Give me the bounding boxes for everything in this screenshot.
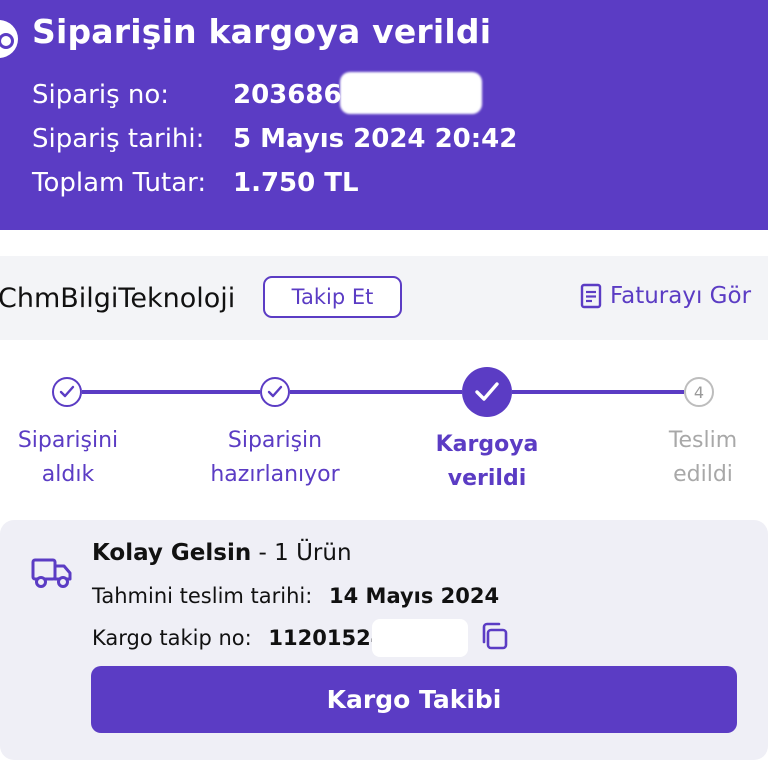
tracking-number-value: 11201524 [268,626,386,650]
step-label-line: edildi [673,462,733,487]
redacted-area [340,72,482,114]
step-label-line: aldık [41,462,95,487]
step-label-line: verildi [447,466,527,491]
status-icon [0,20,18,58]
tracking-number-label: Kargo takip no: [92,626,252,650]
item-count: - 1 Ürün [258,540,352,566]
view-invoice-link[interactable]: Faturayı Gör [580,283,751,309]
shipment-card-body: Kolay Gelsin - 1 Ürün Tahmini teslim tar… [0,520,768,760]
track-shipment-button[interactable]: Kargo Takibi [91,666,737,733]
carrier-line: Kolay Gelsin - 1 Ürün [92,540,352,566]
step-label-line: Siparişin [227,428,323,453]
tracking-number-row: Kargo takip no: 11201524 [92,626,385,650]
seller-row: ChmBilgiTeknoloji Takip Et Faturayı Gör [0,256,768,340]
step-label-received: Siparişini aldık [0,424,148,492]
estimated-delivery-row: Tahmini teslim tarihi: 14 Mayıs 2024 [92,584,499,608]
step-label-delivered: Teslim edildi [618,424,768,492]
progress-line [512,390,684,394]
document-icon [580,283,602,309]
order-status-header: Siparişin kargoya verildi Sipariş no: 20… [0,0,768,230]
progress-line [82,390,260,394]
divider [0,230,768,256]
step-label-line: Teslim [668,428,738,453]
estimated-delivery-label: Tahmini teslim tarihi: [92,584,313,608]
seller-name[interactable]: ChmBilgiTeknoloji [0,283,235,314]
progress-line [290,390,462,394]
order-total-label: Toplam Tutar: [32,168,207,198]
truck-icon [31,558,72,588]
view-invoice-label: Faturayı Gör [610,283,752,309]
copy-icon[interactable] [478,620,510,652]
shipment-card: Kolay Gelsin - 1 Ürün Tahmini teslim tar… [0,520,768,768]
step-done-check-icon [52,377,82,407]
step-label-line: Kargoya [435,432,539,457]
follow-seller-button[interactable]: Takip Et [263,276,402,318]
redacted-area [372,619,468,657]
order-date-row: Sipariş tarihi: 5 Mayıs 2024 20:42 [32,124,517,154]
order-total-row: Toplam Tutar: 1.750 TL [32,168,359,198]
order-total-value: 1.750 TL [233,168,359,198]
order-date-label: Sipariş tarihi: [32,124,205,154]
step-label-preparing: Siparişin hazırlanıyor [190,424,360,492]
order-number-row: Sipariş no: 2036866 [32,80,360,110]
step-label-line: hazırlanıyor [210,462,340,487]
step-done-check-icon [260,377,290,407]
order-date-value: 5 Mayıs 2024 20:42 [233,124,518,154]
page-title: Siparişin kargoya verildi [32,12,492,51]
step-label-line: Siparişini [17,428,119,453]
step-number-badge: 4 [684,377,714,407]
carrier-name: Kolay Gelsin [92,540,252,566]
order-progress-stepper: 4 Siparişini aldık Siparişin hazırlanıyo… [0,340,768,520]
step-active-check-icon [462,367,512,417]
order-number-label: Sipariş no: [32,80,170,110]
step-label-shipped: Kargoya verildi [402,428,572,496]
estimated-delivery-value: 14 Mayıs 2024 [329,584,500,608]
